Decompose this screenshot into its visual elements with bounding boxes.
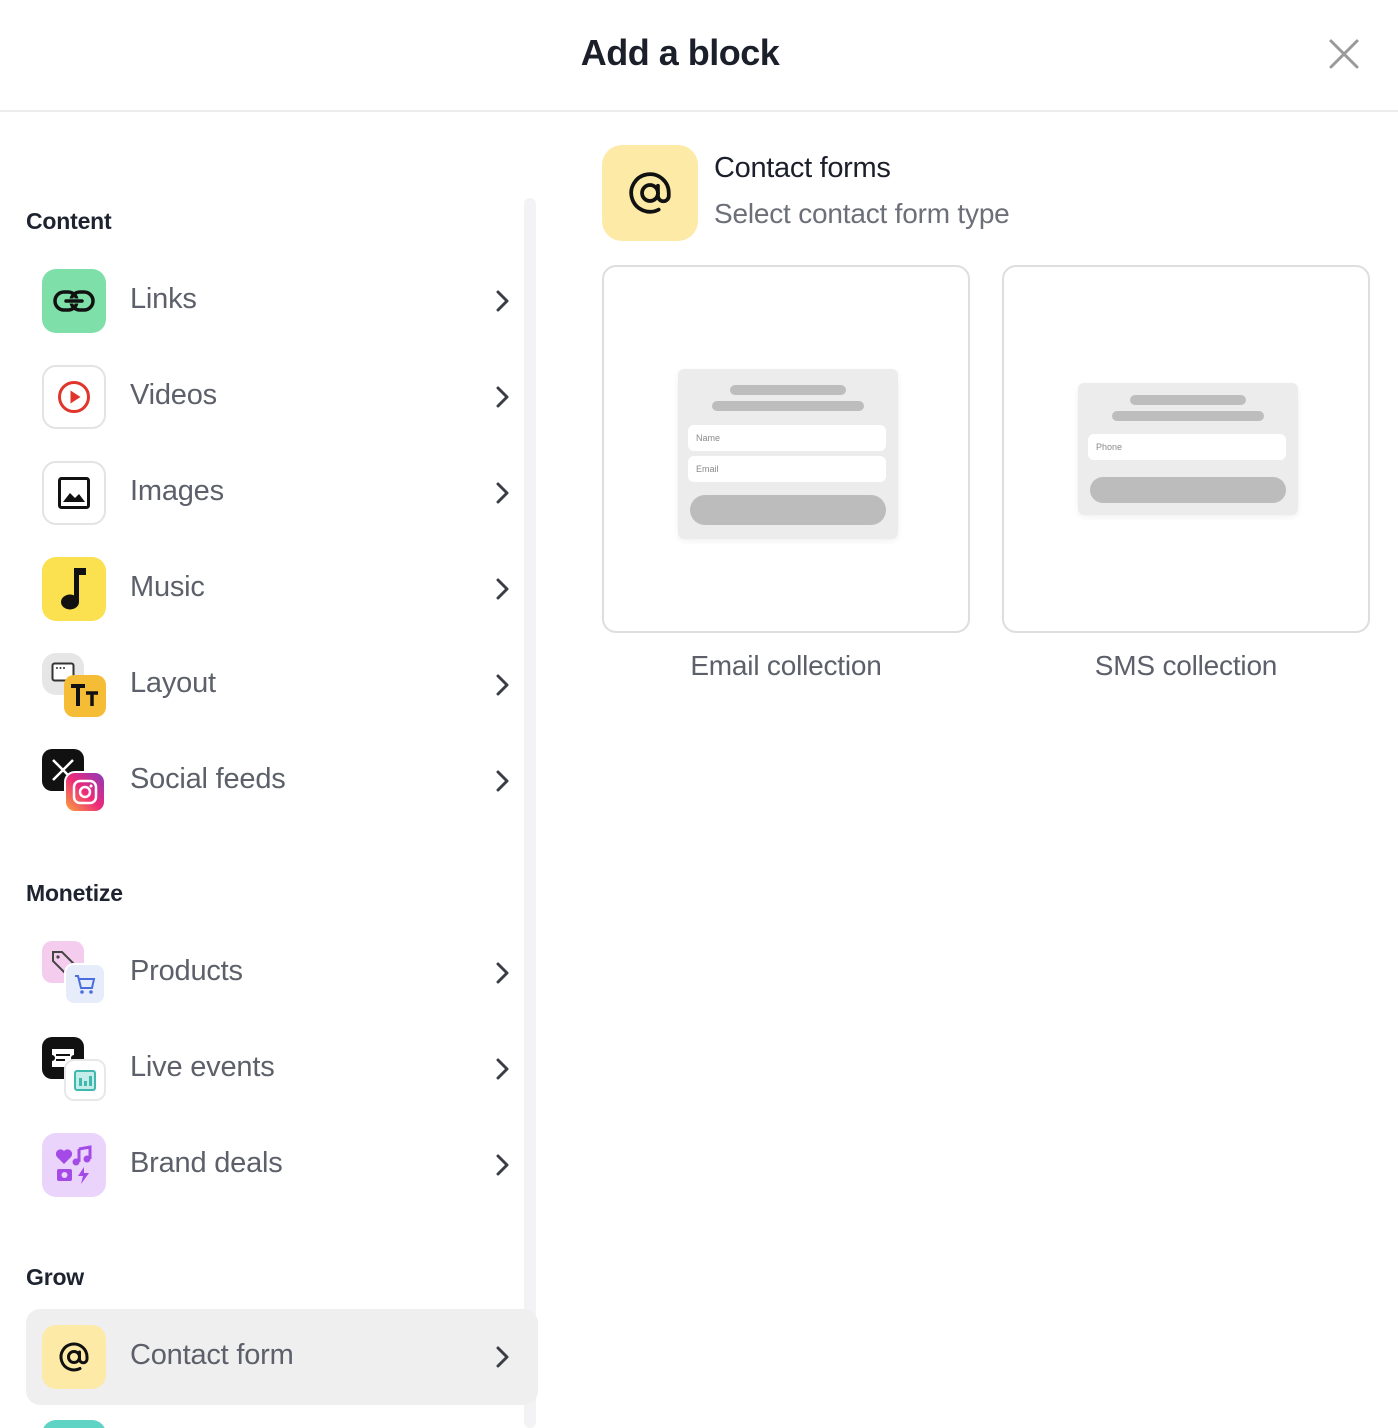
image-icon xyxy=(58,477,90,509)
panel-subtitle: Select contact form type xyxy=(714,198,1010,229)
sidebar-item-label: Contact form xyxy=(130,1339,294,1371)
sms-collection-label: SMS collection xyxy=(1094,650,1278,681)
chevron-right-icon xyxy=(496,962,509,984)
sidebar-item-label: Live events xyxy=(130,1051,275,1083)
sidebar-item-contact-form[interactable]: Contact form xyxy=(26,1309,538,1405)
layout-tile xyxy=(42,653,106,717)
sidebar-item-label: Brand deals xyxy=(130,1147,283,1179)
at-sign-icon xyxy=(629,172,671,214)
sidebar-item-music[interactable]: Music xyxy=(26,541,538,637)
music-note-icon xyxy=(61,568,86,610)
contact-form-tile xyxy=(42,1325,106,1389)
chevron-right-icon xyxy=(496,578,509,600)
chevron-right-icon xyxy=(496,290,509,312)
links-tile xyxy=(42,269,106,333)
sidebar-item-links[interactable]: Links xyxy=(26,253,538,349)
section-content: Content xyxy=(26,208,112,234)
chevron-right-icon xyxy=(496,1346,509,1368)
at-sign-icon xyxy=(59,1342,89,1372)
sidebar-item-label: Products xyxy=(130,955,243,987)
section-monetize: Monetize xyxy=(26,880,123,906)
play-icon xyxy=(58,381,90,413)
sidebar-item-brand-deals[interactable]: Brand deals xyxy=(26,1117,538,1213)
brand-deals-icon xyxy=(55,1145,92,1184)
sidebar-item-label: Music xyxy=(130,571,205,603)
dialog-title: Add a block xyxy=(580,32,780,73)
sidebar-item-label: Layout xyxy=(130,667,216,699)
contact-forms-header-icon xyxy=(602,145,698,241)
section-grow: Grow xyxy=(26,1264,84,1290)
chevron-right-icon xyxy=(496,1154,509,1176)
chevron-right-icon xyxy=(496,770,509,792)
cart-icon xyxy=(75,975,96,994)
calendar-icon xyxy=(74,1070,96,1091)
preview-name-field: Name xyxy=(688,425,886,451)
sidebar-item-images[interactable]: Images xyxy=(26,445,538,541)
chevron-right-icon xyxy=(496,674,509,696)
close-icon xyxy=(1329,39,1359,69)
sidebar-item-label: Social feeds xyxy=(130,763,286,795)
close-button[interactable] xyxy=(1322,32,1366,76)
link-icon xyxy=(53,290,95,312)
live-events-tile xyxy=(42,1037,106,1101)
chevron-right-icon xyxy=(496,386,509,408)
sidebar-item-products[interactable]: Products xyxy=(26,925,538,1021)
brand-deals-tile xyxy=(42,1133,106,1197)
next-item-tile xyxy=(42,1420,106,1428)
sms-collection-card[interactable]: Phone xyxy=(1002,265,1370,633)
videos-tile xyxy=(42,365,106,429)
images-tile xyxy=(42,461,106,525)
block-category-list[interactable]: Content Links Videos Images Music Layout… xyxy=(0,114,540,1428)
products-tile xyxy=(42,941,106,1005)
sidebar-item-social-feeds[interactable]: Social feeds xyxy=(26,733,538,829)
email-collection-label: Email collection xyxy=(690,650,882,681)
instagram-icon xyxy=(72,779,98,805)
dialog-header: Add a block xyxy=(0,0,1398,112)
preview-email-field: Email xyxy=(688,456,886,482)
sidebar-item-layout[interactable]: Layout xyxy=(26,637,538,733)
chevron-right-icon xyxy=(496,482,509,504)
social-feeds-tile xyxy=(42,749,106,813)
sidebar-item-label: Videos xyxy=(130,379,217,411)
email-collection-card[interactable]: Name Email xyxy=(602,265,970,633)
music-tile xyxy=(42,557,106,621)
sms-form-preview: Phone xyxy=(1078,383,1298,515)
sidebar-item-videos[interactable]: Videos xyxy=(26,349,538,445)
email-form-preview: Name Email xyxy=(678,369,898,539)
panel-title: Contact forms xyxy=(714,152,891,184)
sidebar-item-live-events[interactable]: Live events xyxy=(26,1021,538,1117)
sidebar-item-label: Links xyxy=(130,283,197,315)
chevron-right-icon xyxy=(496,1058,509,1080)
text-size-icon xyxy=(71,684,98,706)
sidebar-item-label: Images xyxy=(130,475,224,507)
preview-phone-field: Phone xyxy=(1088,434,1286,460)
